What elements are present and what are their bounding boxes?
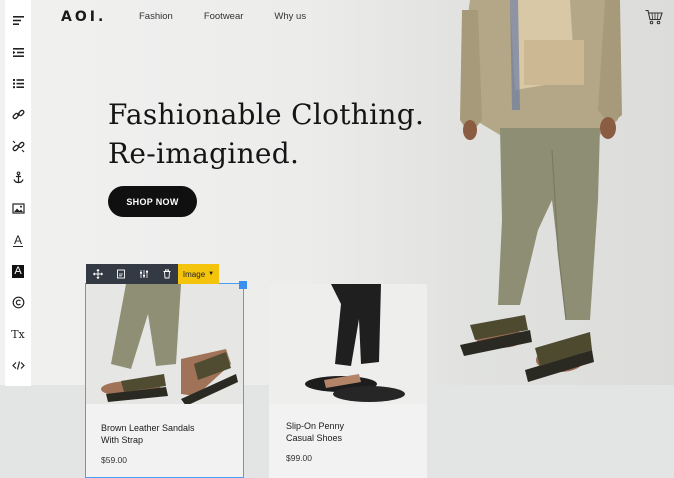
brand-logo[interactable]: AOI. <box>61 9 106 25</box>
settings-icon[interactable] <box>132 264 155 284</box>
main-nav: Fashion Footwear Why us <box>139 11 337 22</box>
hero-headline: Fashionable Clothing. Re-imagined. <box>108 95 424 173</box>
unlink-icon[interactable] <box>8 135 28 157</box>
replace-icon[interactable] <box>109 264 132 284</box>
product-name[interactable]: Slip-On Penny Casual Shoes <box>286 420 344 444</box>
anchor-icon[interactable] <box>8 167 28 189</box>
clear-format-icon[interactable]: Tx <box>8 323 28 345</box>
hero-headline-line-1: Fashionable Clothing. <box>108 98 425 131</box>
link-icon[interactable] <box>8 104 28 126</box>
product-card[interactable]: Brown Leather Sandals With Strap $59.00 <box>86 284 243 478</box>
product-image[interactable] <box>269 284 427 404</box>
list-icon[interactable] <box>8 73 28 95</box>
text-highlight-icon[interactable]: A <box>8 261 28 283</box>
copyright-icon[interactable] <box>8 292 28 314</box>
product-name[interactable]: Brown Leather Sandals With Strap <box>101 422 195 446</box>
image-toolbar: Image ▼ <box>86 264 219 284</box>
nav-item-why-us[interactable]: Why us <box>274 11 306 22</box>
move-icon[interactable] <box>86 264 109 284</box>
product-price: $59.00 <box>101 455 127 465</box>
cart-icon[interactable] <box>645 9 663 25</box>
hero-headline-line-2: Re-imagined. <box>108 137 300 170</box>
chevron-down-icon: ▼ <box>208 271 215 277</box>
image-type-dropdown[interactable]: Image ▼ <box>178 264 219 284</box>
indent-icon[interactable] <box>8 41 28 63</box>
resize-handle[interactable] <box>239 281 247 289</box>
product-image[interactable] <box>86 284 243 404</box>
align-left-icon[interactable] <box>8 10 28 32</box>
product-card[interactable]: Slip-On Penny Casual Shoes $99.00 <box>269 284 427 478</box>
code-icon[interactable] <box>8 355 28 377</box>
product-info: Slip-On Penny Casual Shoes $99.00 <box>269 404 427 478</box>
product-info: Brown Leather Sandals With Strap $59.00 <box>86 404 243 478</box>
text-color-icon[interactable]: A <box>8 229 28 251</box>
shop-now-button[interactable]: SHOP NOW <box>108 186 197 217</box>
editor-toolbar: A A Tx <box>5 0 31 386</box>
nav-item-fashion[interactable]: Fashion <box>139 11 173 22</box>
product-price: $99.00 <box>286 453 312 463</box>
nav-item-footwear[interactable]: Footwear <box>204 11 244 22</box>
delete-icon[interactable] <box>155 264 178 284</box>
image-icon[interactable] <box>8 198 28 220</box>
hero-model-image <box>460 0 622 382</box>
